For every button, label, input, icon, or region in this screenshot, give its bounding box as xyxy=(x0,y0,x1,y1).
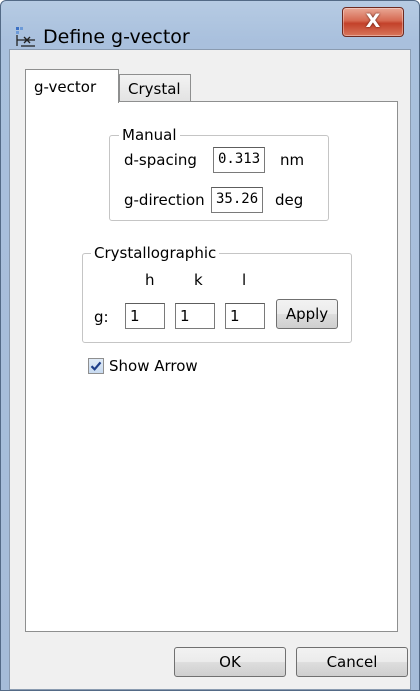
apply-button[interactable]: Apply xyxy=(276,299,338,329)
l-input[interactable]: 1 xyxy=(225,303,265,329)
tab-crystal[interactable]: Crystal xyxy=(119,74,191,102)
g-direction-unit: deg xyxy=(275,191,304,209)
k-header: k xyxy=(194,271,203,289)
app-icon xyxy=(15,26,37,48)
d-spacing-label: d-spacing xyxy=(124,151,197,169)
show-arrow-label[interactable]: Show Arrow xyxy=(109,357,198,375)
g-direction-input[interactable]: 35.26 xyxy=(211,187,263,213)
h-input[interactable]: 1 xyxy=(125,303,165,329)
crystallographic-group-legend: Crystallographic xyxy=(91,244,220,262)
ok-button[interactable]: OK xyxy=(174,647,286,677)
crystallographic-group: Crystallographic xyxy=(82,244,352,343)
g-direction-label: g-direction xyxy=(124,191,205,209)
dialog-window: Define g-vector X g-vector Crystal Manua… xyxy=(0,0,420,691)
manual-group-legend: Manual xyxy=(119,126,180,144)
tab-g-vector-label: g-vector xyxy=(34,78,97,96)
d-spacing-input[interactable]: 0.313 xyxy=(213,147,265,173)
h-header: h xyxy=(145,271,155,289)
cancel-button[interactable]: Cancel xyxy=(296,647,408,677)
l-header: l xyxy=(242,271,247,289)
title-bar[interactable]: Define g-vector X xyxy=(1,1,419,49)
g-row-label: g: xyxy=(94,308,109,326)
d-spacing-unit: nm xyxy=(280,151,305,169)
close-icon: X xyxy=(365,10,381,32)
k-input[interactable]: 1 xyxy=(175,303,215,329)
tab-crystal-label: Crystal xyxy=(128,80,181,98)
close-button[interactable]: X xyxy=(342,7,404,37)
show-arrow-checkbox[interactable] xyxy=(88,358,104,374)
checkmark-icon xyxy=(90,361,102,371)
window-title: Define g-vector xyxy=(43,26,190,48)
tab-g-vector[interactable]: g-vector xyxy=(25,69,119,103)
